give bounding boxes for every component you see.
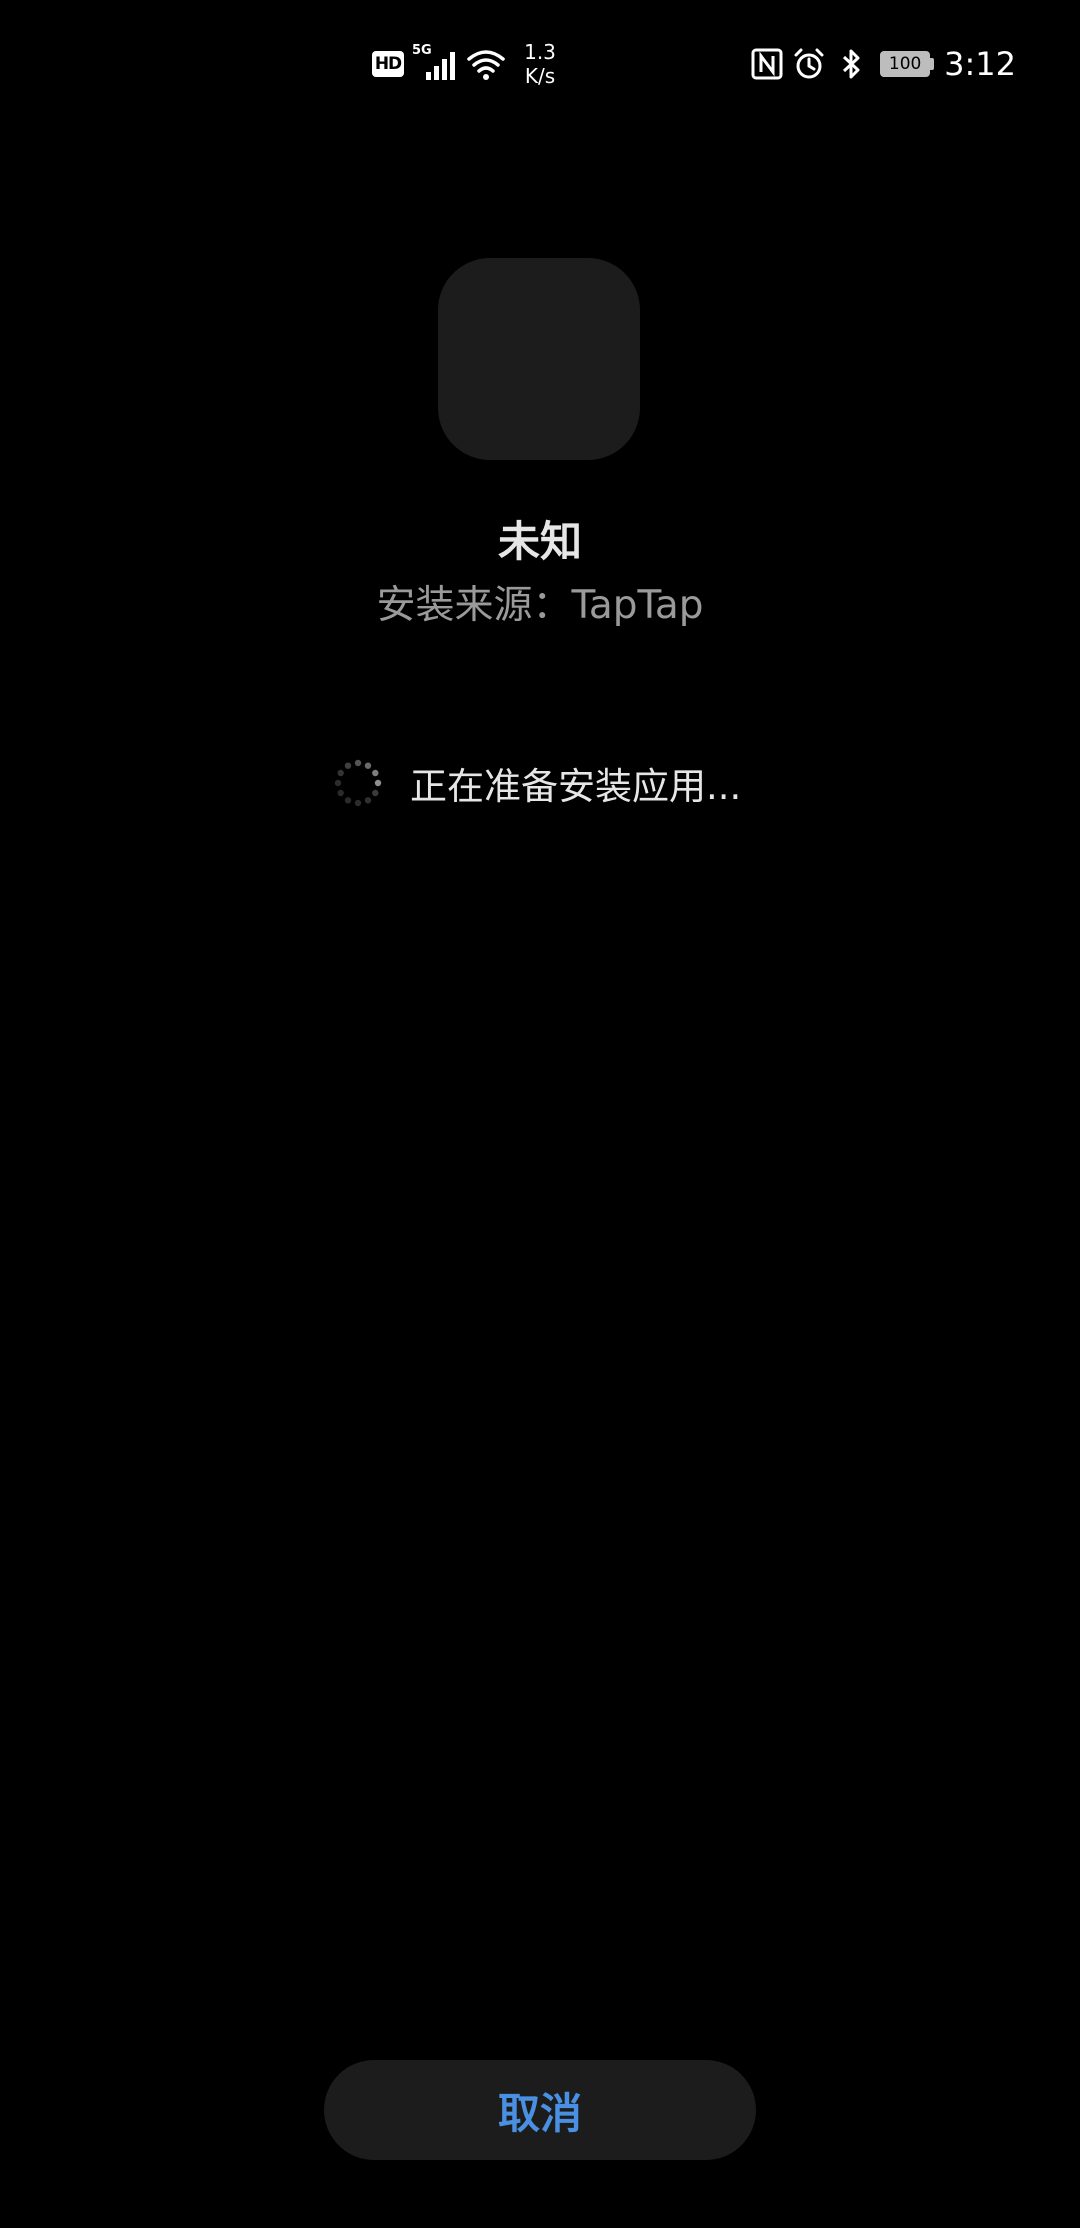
- status-bar: HD 5G 1.3 K/s 100 3:12: [0, 0, 1080, 120]
- install-progress: 正在准备安装应用...: [334, 757, 741, 809]
- network-speed: 1.3 K/s: [520, 40, 560, 88]
- network-speed-value: 1.3: [524, 40, 556, 64]
- battery-tip: [930, 58, 935, 70]
- network-speed-unit: K/s: [524, 64, 556, 88]
- app-icon-placeholder: [438, 258, 640, 460]
- battery-level: 100: [880, 51, 931, 77]
- loading-spinner-icon: [334, 759, 382, 807]
- bluetooth-icon: [843, 49, 860, 79]
- battery-icon: 100: [880, 51, 935, 77]
- install-source: 安装来源：TapTap: [376, 583, 704, 628]
- signal-bars-icon: [426, 52, 455, 80]
- alarm-icon: [794, 48, 824, 79]
- signal-5g-icon: 5G: [412, 44, 458, 84]
- status-bar-left-group: HD 5G 1.3 K/s: [372, 36, 560, 92]
- progress-text: 正在准备安装应用...: [410, 765, 742, 808]
- cancel-button[interactable]: 取消: [324, 2060, 756, 2160]
- hd-icon: HD: [372, 51, 404, 77]
- status-bar-right-group: 100 3:12: [742, 36, 1016, 92]
- status-time: 3:12: [944, 45, 1016, 83]
- nfc-icon: [751, 48, 783, 80]
- wifi-icon: [467, 50, 505, 80]
- app-name: 未知: [497, 517, 582, 566]
